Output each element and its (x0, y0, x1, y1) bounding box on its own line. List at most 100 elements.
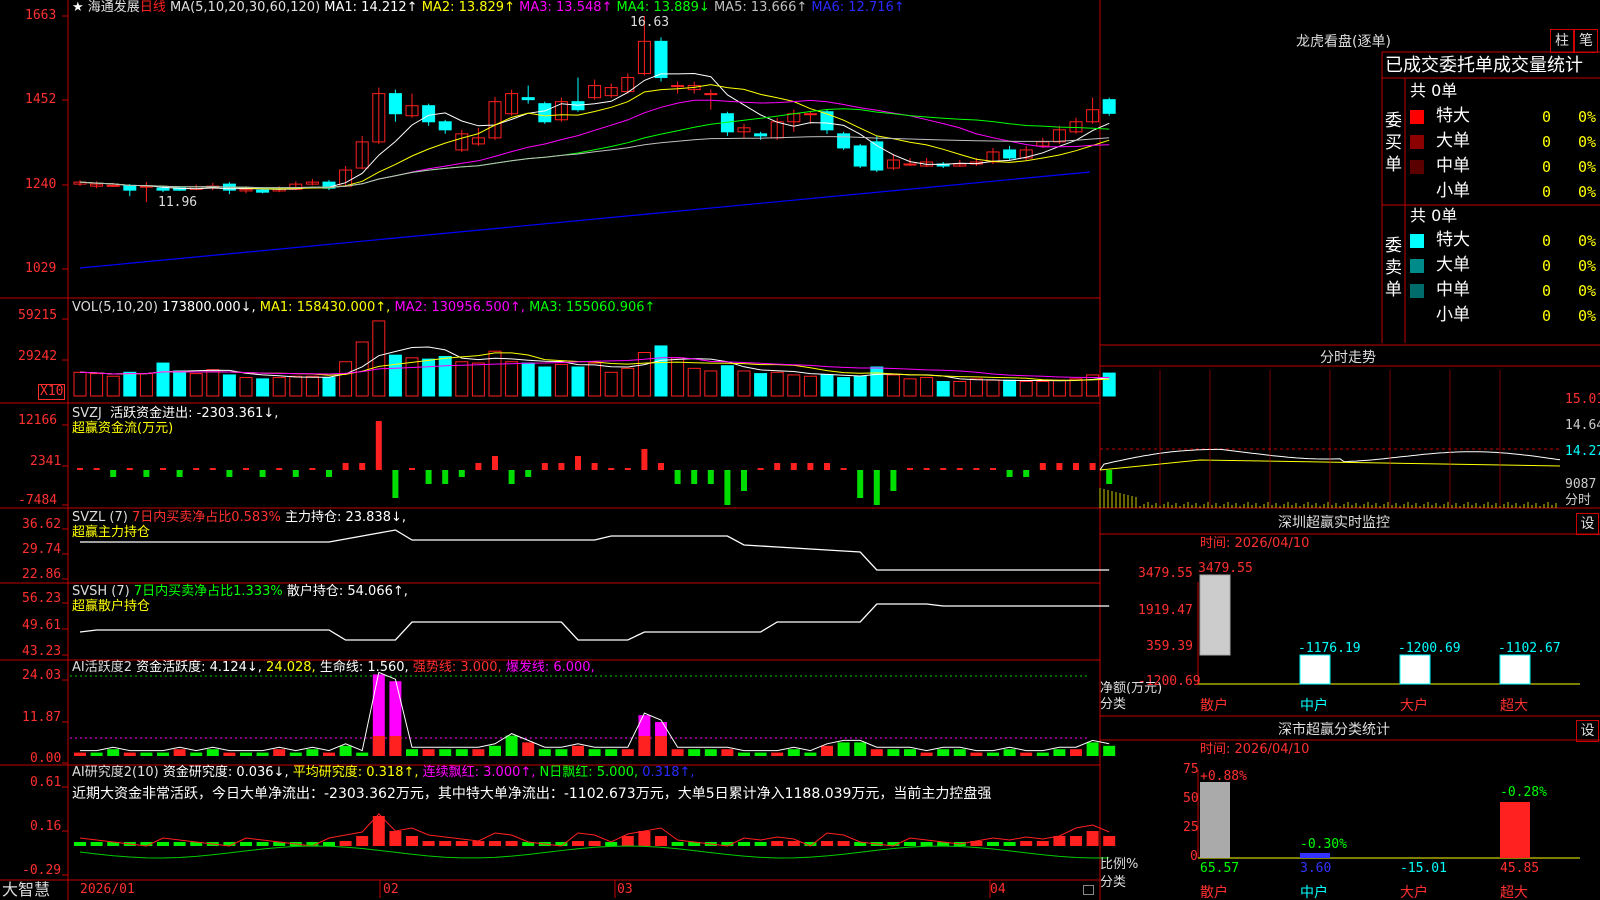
flow-bar (143, 470, 150, 477)
volume-bar (322, 377, 336, 397)
volume-bar (106, 375, 120, 397)
volume-bar (820, 374, 834, 397)
ma30-line (79, 108, 1110, 189)
activity-bar-base (389, 736, 402, 756)
volume-bar (1052, 379, 1066, 397)
activity-bar (273, 749, 286, 756)
candle-body (438, 121, 452, 131)
sell-total: 共 0单 (1410, 206, 1458, 225)
activity-bar (704, 749, 717, 756)
flow-bar (741, 470, 747, 491)
activity-bar (920, 752, 933, 756)
flow-bar (276, 468, 283, 470)
cls-settings-button[interactable]: 设 (1576, 720, 1599, 742)
activity-bar (804, 752, 817, 756)
sell-row-swatch (1410, 234, 1424, 248)
activity-bar (937, 749, 950, 756)
activity-bar (306, 749, 319, 756)
fs-axis-2: 14.64 (1565, 418, 1600, 433)
research-bar (505, 841, 518, 846)
ma20-line (79, 99, 1110, 189)
volume-bar (173, 370, 187, 397)
cls-category-0: 散户 (1200, 884, 1228, 900)
research-bar (987, 842, 999, 846)
candle-body (870, 141, 884, 171)
activity-bar (522, 742, 535, 756)
flow-bar (126, 468, 133, 470)
favorite-star-icon[interactable]: ★ (72, 0, 84, 15)
ai1-panel-label: AI活跃度2 资金活跃度: 4.124↓, 24.028, 生命线: 1.560… (72, 660, 595, 675)
candle-body (837, 133, 851, 149)
stock-name[interactable]: 海通发展 (88, 0, 140, 15)
activity-bar (555, 749, 568, 756)
svsh-axis-1: 56.23 (22, 591, 62, 606)
volume-bar (803, 375, 817, 397)
buy-row-pct: 0% (1578, 183, 1597, 201)
svzl-axis-2: 29.74 (22, 542, 62, 557)
app-logo[interactable]: 大智慧 (2, 881, 50, 899)
activity-bar (505, 735, 518, 756)
sz-bar-label: -1102.67 (1498, 641, 1561, 656)
cls-bar (1300, 853, 1330, 858)
sz-settings-button[interactable]: 设 (1576, 513, 1599, 535)
price-axis-4: 1029 (25, 261, 57, 276)
flow-bar (392, 470, 399, 498)
research-bar (738, 842, 750, 846)
activity-bar (339, 745, 352, 756)
cls-label: 45.85 (1500, 861, 1539, 876)
research-bar (1070, 836, 1082, 846)
flow-bar (375, 421, 382, 470)
fs-axis-3: 14.27 (1565, 444, 1600, 459)
flow-bar (873, 470, 880, 505)
flow-bar (209, 468, 216, 470)
flow-bar (1089, 463, 1096, 470)
ma-label: MA(5,10,20,30,60,120) (169, 0, 321, 15)
candle-body (803, 113, 817, 116)
research-bar (821, 841, 833, 846)
research-bar (74, 842, 86, 846)
activity-bar (837, 742, 850, 756)
vol-unit-badge: X10 (38, 384, 66, 400)
volume-bar (538, 366, 552, 397)
flow-bar (176, 470, 183, 477)
candle-body (853, 145, 867, 167)
flow-bar (624, 468, 631, 470)
volume-bar (123, 371, 137, 397)
flow-bar (326, 470, 332, 477)
sell-row-name: 大单 (1436, 255, 1470, 275)
sz-bar-label: -1176.19 (1298, 641, 1361, 656)
ai1-axis-2: 11.87 (22, 710, 62, 725)
buy-row-value: 0 (1542, 133, 1552, 151)
tick-mode-button[interactable]: 笔 (1574, 29, 1598, 53)
volume-bar (720, 365, 734, 397)
bar-mode-button[interactable]: 柱 (1550, 29, 1574, 53)
activity-bar-base (372, 736, 385, 756)
date-axis-3: 03 (617, 882, 633, 897)
flow-bar (591, 463, 598, 470)
sz-category-1: 中户 (1300, 697, 1328, 714)
research-bar (837, 841, 850, 846)
ai2-axis-1: 0.61 (30, 775, 62, 790)
svzl-axis-3: 22.86 (22, 567, 62, 582)
sz-category-0: 散户 (1200, 697, 1228, 714)
period-label[interactable]: 日线 (140, 0, 166, 15)
activity-bar (1036, 752, 1049, 756)
sell-row-pct: 0% (1578, 257, 1597, 275)
candle-body (388, 93, 402, 115)
cls-axis-4: 0 (1190, 849, 1198, 864)
sz-bar (1299, 654, 1331, 685)
activity-bar (422, 749, 435, 756)
research-bar (240, 842, 252, 846)
sz-bar (1399, 654, 1431, 685)
research-bar (1020, 841, 1033, 846)
flow-bar (226, 470, 233, 477)
ai1-axis-3: 0.00 (30, 751, 62, 766)
lock-icon[interactable] (1083, 885, 1094, 895)
buy-row-swatch (1410, 135, 1424, 149)
candle-body (256, 189, 270, 193)
flow-bar (641, 449, 648, 470)
activity-bar (787, 749, 800, 756)
volume-bar (90, 373, 104, 397)
flow-bar (425, 470, 432, 484)
volume-bar (1003, 379, 1017, 397)
